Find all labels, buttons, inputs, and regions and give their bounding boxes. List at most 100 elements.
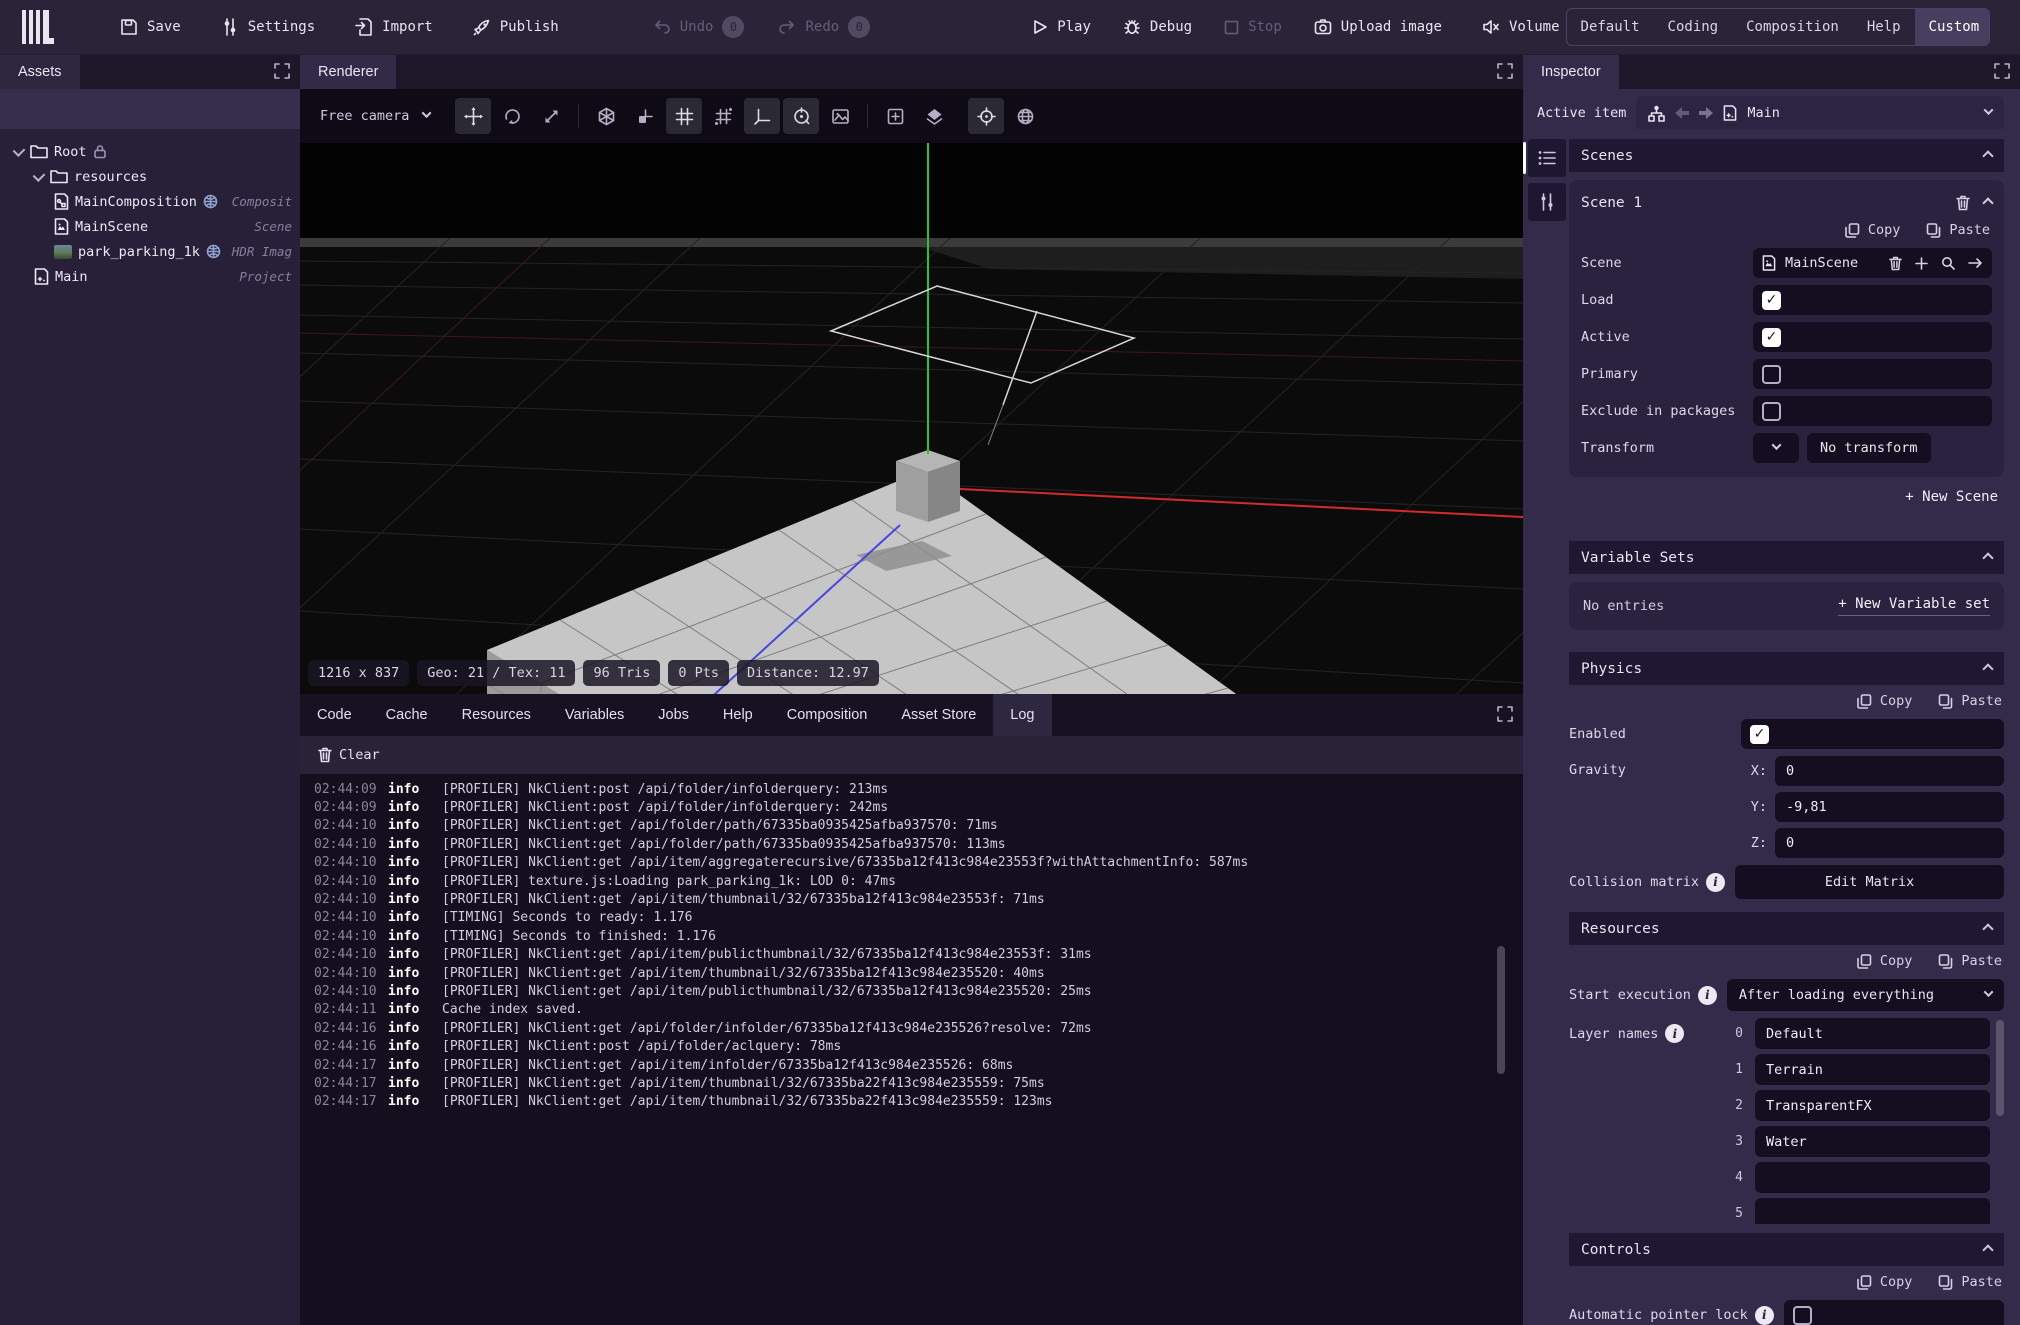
physics-enabled-checkbox[interactable]: ✓ [1750, 725, 1769, 744]
bottom-tab[interactable]: Variables [548, 694, 641, 736]
debug-button[interactable]: Debug [1117, 9, 1198, 45]
world-globe-button[interactable] [1007, 98, 1043, 134]
controls-paste-button[interactable]: Paste [1938, 1274, 2002, 1290]
layer-name-input[interactable] [1755, 1054, 1990, 1085]
scene-ref-field[interactable]: MainScene [1753, 248, 1992, 278]
delete-scene-icon[interactable] [1956, 195, 1970, 211]
tree-item-main-project[interactable]: Main Project [0, 264, 300, 289]
tree-item-mainscene[interactable]: MainScene Scene [0, 214, 300, 239]
history-forward-icon[interactable] [1699, 107, 1713, 119]
bottom-tab[interactable]: Help [706, 694, 770, 736]
bottom-tab[interactable]: Cache [369, 694, 445, 736]
bottom-tab[interactable]: Code [300, 694, 369, 736]
section-header-controls[interactable]: Controls [1569, 1233, 2004, 1266]
section-header-physics[interactable]: Physics [1569, 652, 2004, 685]
import-button[interactable]: Import [349, 9, 439, 45]
new-scene-button[interactable]: + New Scene [1905, 489, 1998, 505]
bottom-tab[interactable]: Resources [445, 694, 548, 736]
app-logo-icon[interactable] [22, 9, 54, 45]
bottom-panel-fullscreen-icon[interactable] [1497, 706, 1513, 722]
pointer-lock-checkbox[interactable] [1793, 1306, 1812, 1325]
layer-name-input[interactable] [1755, 1090, 1990, 1121]
tree-item-root[interactable]: Root [0, 139, 300, 164]
renderer-viewport[interactable]: 1216 x 837Geo: 21 / Tex: 1196 Tris0 PtsD… [300, 143, 1523, 694]
tab-inspector[interactable]: Inspector [1523, 55, 1619, 89]
remove-scene-ref-icon[interactable] [1889, 256, 1902, 271]
layout-mode-tab[interactable]: Coding [1654, 9, 1733, 45]
scale-tool-button[interactable] [533, 98, 569, 134]
background-image-button[interactable] [822, 98, 858, 134]
frame-selection-button[interactable] [877, 98, 913, 134]
assets-fullscreen-icon[interactable] [274, 63, 290, 79]
resources-paste-button[interactable]: Paste [1938, 953, 2002, 969]
layout-mode-tab[interactable]: Help [1853, 9, 1915, 45]
focus-target-button[interactable] [968, 98, 1004, 134]
load-checkbox[interactable]: ✓ [1762, 291, 1781, 310]
info-icon[interactable]: i [1706, 873, 1725, 892]
new-variable-set-button[interactable]: + New Variable set [1838, 596, 1990, 616]
settings-button[interactable]: Settings [215, 9, 321, 45]
rotate-tool-button[interactable] [494, 98, 530, 134]
bottom-tab[interactable]: Jobs [641, 694, 706, 736]
paste-button[interactable]: Paste [1926, 222, 1990, 238]
gravity-y-input[interactable] [1775, 792, 2004, 822]
clear-log-button[interactable]: Clear [318, 747, 380, 763]
settings-rail-button[interactable] [1528, 183, 1566, 221]
search-scene-icon[interactable] [1941, 256, 1955, 270]
controls-copy-button[interactable]: Copy [1857, 1274, 1913, 1290]
collapse-scene-icon[interactable] [1982, 197, 1993, 208]
grid-snap-button[interactable] [705, 98, 741, 134]
layout-mode-tab[interactable]: Composition [1732, 9, 1853, 45]
tree-item-maincomposition[interactable]: MainComposition Composit [0, 189, 300, 214]
bottom-tab[interactable]: Log [993, 694, 1051, 736]
active-item-field[interactable]: Main [1636, 96, 2004, 130]
gravity-x-input[interactable] [1775, 756, 2004, 786]
hierarchy-icon[interactable] [1648, 105, 1665, 122]
gizmo-toggle-button[interactable] [783, 98, 819, 134]
chevron-down-icon[interactable] [33, 169, 46, 182]
start-execution-select[interactable]: After loading everything [1727, 979, 2004, 1011]
exclude-in-packages-checkbox[interactable] [1762, 402, 1781, 421]
section-header-variable-sets[interactable]: Variable Sets [1569, 541, 2004, 574]
layers-scrollbar[interactable] [1996, 1020, 2004, 1116]
snap-button[interactable] [627, 98, 663, 134]
undo-button[interactable]: Undo 0 [647, 9, 751, 45]
log-scrollbar[interactable] [1497, 946, 1505, 1074]
info-icon[interactable]: i [1665, 1024, 1684, 1043]
axes-toggle-button[interactable] [744, 98, 780, 134]
transform-dropdown-button[interactable] [1753, 433, 1799, 463]
physics-paste-button[interactable]: Paste [1938, 693, 2002, 709]
layer-name-input[interactable] [1755, 1162, 1990, 1193]
section-header-resources[interactable]: Resources [1569, 912, 2004, 945]
chevron-down-icon[interactable] [13, 144, 26, 157]
primary-checkbox[interactable] [1762, 365, 1781, 384]
publish-button[interactable]: Publish [467, 9, 565, 45]
bottom-tab[interactable]: Asset Store [884, 694, 993, 736]
physics-copy-button[interactable]: Copy [1857, 693, 1913, 709]
move-tool-button[interactable] [455, 98, 491, 134]
edit-matrix-button[interactable]: Edit Matrix [1735, 865, 2004, 899]
camera-select[interactable]: Free camera [312, 108, 438, 124]
layers-button[interactable] [916, 98, 952, 134]
section-header-scenes[interactable]: Scenes [1569, 139, 2004, 172]
stop-button[interactable]: Stop [1218, 9, 1288, 45]
gravity-z-input[interactable] [1775, 828, 2004, 858]
layout-mode-tab[interactable]: Default [1567, 9, 1654, 45]
renderer-fullscreen-icon[interactable] [1497, 63, 1513, 79]
layer-name-input[interactable] [1755, 1198, 1990, 1224]
tree-item-park-parking-1k[interactable]: park_parking_1k HDR Imag [0, 239, 300, 264]
play-button[interactable]: Play [1026, 9, 1097, 45]
grid-toggle-button[interactable] [666, 98, 702, 134]
layout-mode-tab[interactable]: Custom [1915, 9, 1990, 45]
tab-assets[interactable]: Assets [0, 55, 80, 89]
history-back-icon[interactable] [1675, 107, 1689, 119]
properties-list-rail-button[interactable] [1528, 139, 1566, 177]
save-button[interactable]: Save [114, 9, 187, 45]
info-icon[interactable]: i [1698, 986, 1717, 1005]
bounding-box-button[interactable] [588, 98, 624, 134]
layer-name-input[interactable] [1755, 1018, 1990, 1049]
active-checkbox[interactable]: ✓ [1762, 328, 1781, 347]
resources-copy-button[interactable]: Copy [1857, 953, 1913, 969]
tab-renderer[interactable]: Renderer [300, 55, 396, 89]
inspector-fullscreen-icon[interactable] [1994, 63, 2010, 79]
